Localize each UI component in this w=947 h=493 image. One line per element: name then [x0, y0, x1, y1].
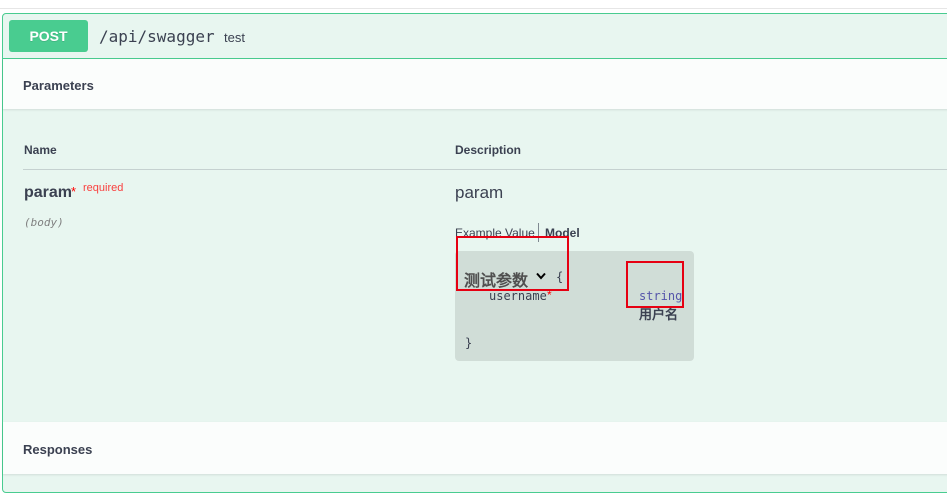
parameter-name: param [24, 184, 73, 201]
model-property-type: string [639, 289, 683, 303]
tab-model[interactable]: Model [545, 226, 580, 240]
parameter-location: (body) [24, 216, 64, 229]
model-property-description: 用户名 [639, 307, 679, 322]
tab-separator [538, 223, 539, 242]
parameters-title: Parameters [23, 78, 94, 93]
model-brace-open: { [556, 270, 564, 284]
table-header-divider [23, 169, 947, 170]
operation-summary: test [224, 30, 245, 45]
property-required-star: * [547, 288, 552, 302]
model-brace-close: } [465, 336, 473, 350]
responses-section-header: Responses [3, 422, 947, 474]
column-header-name: Name [24, 143, 57, 157]
column-header-description: Description [455, 143, 522, 157]
endpoint-path[interactable]: /api/swagger [99, 27, 215, 46]
opblock-summary[interactable]: POST /api/swagger test [3, 14, 947, 59]
model-title[interactable]: 测试参数 [464, 267, 528, 291]
chevron-down-icon[interactable] [536, 272, 546, 280]
tab-example-value[interactable]: Example Value [455, 226, 535, 240]
parameter-description: param [455, 183, 504, 202]
required-label: required [83, 182, 124, 194]
top-divider [0, 8, 947, 9]
parameters-section-header: Parameters [3, 59, 947, 109]
required-star: * [71, 184, 77, 199]
model-property-name: username [489, 289, 547, 303]
opblock-post: POST /api/swagger test Parameters Name D… [2, 13, 947, 493]
method-badge[interactable]: POST [9, 20, 88, 52]
responses-title: Responses [23, 442, 93, 457]
